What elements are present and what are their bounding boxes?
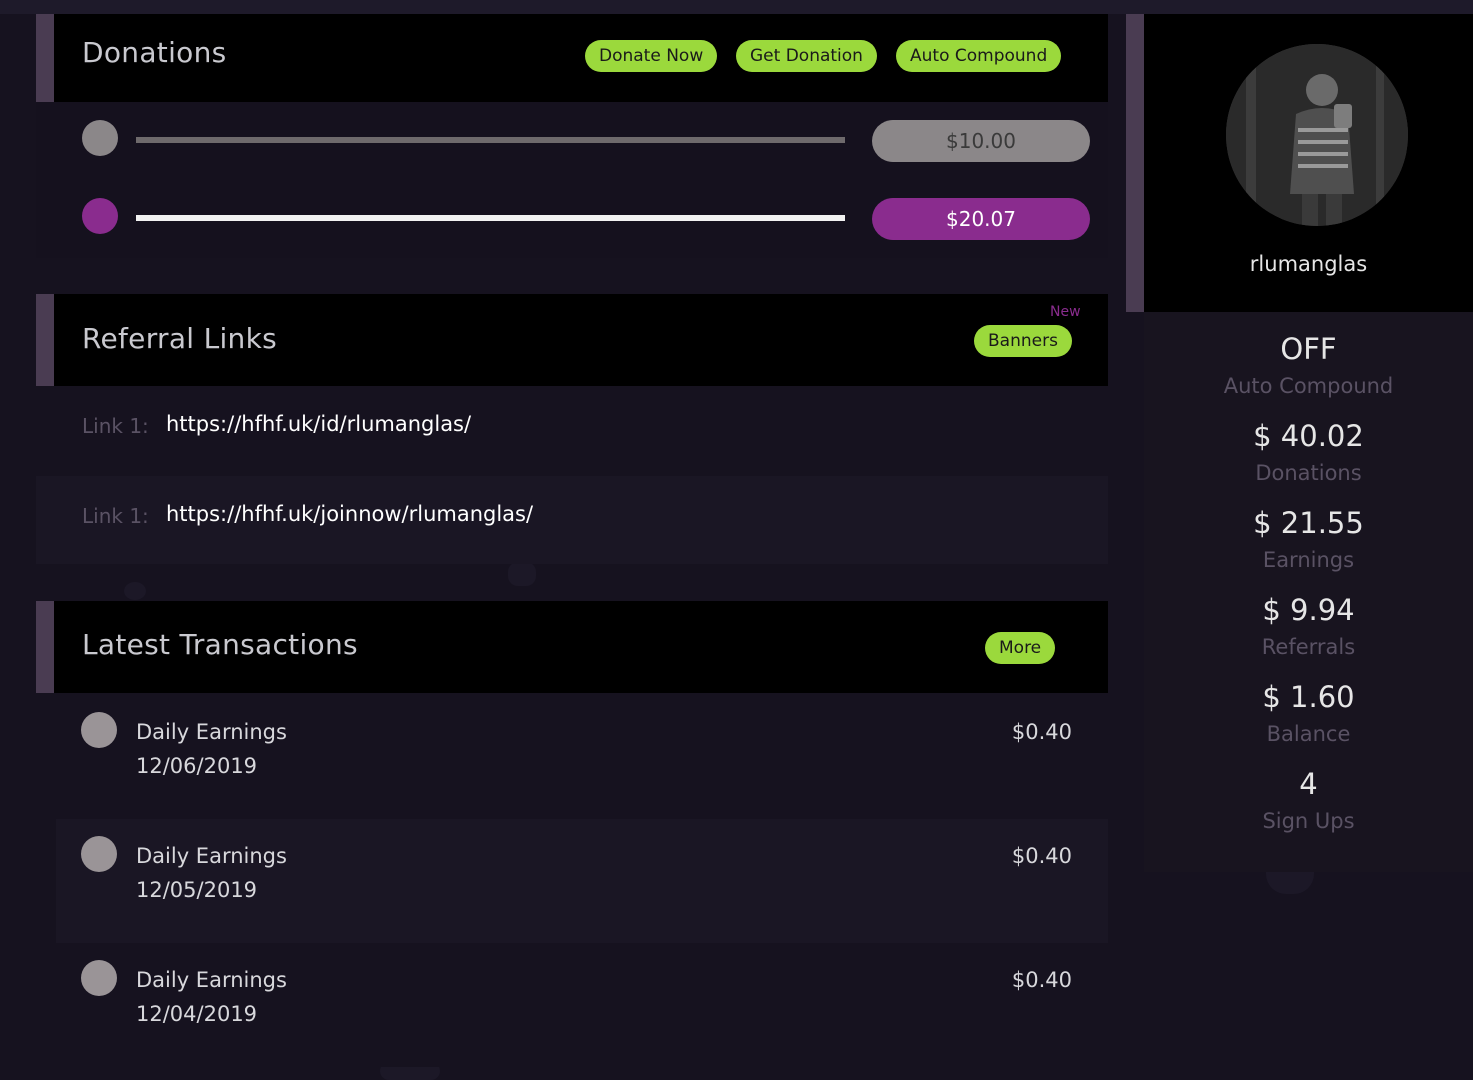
link-label: Link 1: bbox=[82, 414, 149, 438]
referral-link[interactable]: https://hfhf.uk/id/rlumanglas/ bbox=[166, 412, 471, 436]
stat-label: Sign Ups bbox=[1262, 809, 1355, 833]
header-accent-bar bbox=[36, 294, 54, 386]
donation-amount: $20.07 bbox=[872, 198, 1090, 240]
stat-value: $ 1.60 bbox=[1262, 680, 1355, 714]
transaction-amount: $0.40 bbox=[1011, 844, 1072, 868]
referral-header: Referral Links New Banners bbox=[36, 294, 1108, 386]
transaction-date: 12/05/2019 bbox=[136, 878, 258, 902]
donation-track bbox=[136, 215, 845, 221]
donation-amount: $10.00 bbox=[872, 120, 1090, 162]
get-donation-button[interactable]: Get Donation bbox=[736, 40, 877, 72]
transaction-row: Daily Earnings 12/06/2019 $0.40 bbox=[56, 695, 1108, 819]
background-shape bbox=[124, 582, 146, 600]
stat-label: Earnings bbox=[1262, 548, 1355, 572]
referral-title: Referral Links bbox=[82, 322, 278, 355]
transaction-amount: $0.40 bbox=[1011, 720, 1072, 744]
sidebar-accent-bar bbox=[1126, 14, 1144, 312]
transaction-title: Daily Earnings bbox=[136, 844, 287, 868]
transaction-title: Daily Earnings bbox=[136, 968, 287, 992]
new-badge: New bbox=[1050, 304, 1081, 320]
transaction-date: 12/06/2019 bbox=[136, 754, 258, 778]
username: rlumanglas bbox=[1249, 252, 1368, 276]
stat-label: Auto Compound bbox=[1223, 374, 1394, 398]
top-strip bbox=[0, 0, 1473, 14]
stat-value: $ 9.94 bbox=[1262, 593, 1355, 627]
transaction-title: Daily Earnings bbox=[136, 720, 287, 744]
background-shape bbox=[1266, 872, 1314, 894]
transaction-dot bbox=[81, 960, 117, 996]
transaction-row: Daily Earnings 12/04/2019 $0.40 bbox=[56, 943, 1108, 1067]
donations-title: Donations bbox=[82, 36, 227, 69]
stat-value: $ 40.02 bbox=[1253, 419, 1364, 453]
donation-dot bbox=[82, 198, 118, 234]
stat-value: 4 bbox=[1299, 767, 1318, 801]
donations-header: Donations Donate Now Get Donation Auto C… bbox=[36, 14, 1108, 102]
stat-value: OFF bbox=[1280, 332, 1337, 366]
transactions-title: Latest Transactions bbox=[82, 628, 358, 661]
banners-button[interactable]: Banners bbox=[974, 325, 1072, 357]
stats-card: OFF Auto Compound $ 40.02 Donations $ 21… bbox=[1144, 312, 1473, 872]
avatar-photo-icon bbox=[1226, 44, 1408, 226]
transaction-row: Daily Earnings 12/05/2019 $0.40 bbox=[56, 819, 1108, 943]
stat-label: Donations bbox=[1255, 461, 1362, 485]
donation-track bbox=[136, 137, 845, 143]
transaction-dot bbox=[81, 712, 117, 748]
more-button[interactable]: More bbox=[985, 632, 1056, 664]
transaction-amount: $0.40 bbox=[1011, 968, 1072, 992]
donate-now-button[interactable]: Donate Now bbox=[585, 40, 718, 72]
stat-label: Referrals bbox=[1261, 635, 1356, 659]
link-label: Link 1: bbox=[82, 504, 149, 528]
transaction-dot bbox=[81, 836, 117, 872]
avatar[interactable] bbox=[1226, 44, 1408, 226]
donation-row: $20.07 bbox=[36, 180, 1108, 258]
referral-link-row: Link 1: https://hfhf.uk/id/rlumanglas/ bbox=[36, 386, 1108, 474]
donation-dot bbox=[82, 120, 118, 156]
referral-link[interactable]: https://hfhf.uk/joinnow/rlumanglas/ bbox=[166, 502, 533, 526]
transactions-header: Latest Transactions More bbox=[36, 601, 1108, 693]
stat-label: Balance bbox=[1266, 722, 1351, 746]
transaction-date: 12/04/2019 bbox=[136, 1002, 258, 1026]
stat-value: $ 21.55 bbox=[1253, 506, 1364, 540]
header-accent-bar bbox=[36, 14, 54, 102]
referral-link-row: Link 1: https://hfhf.uk/joinnow/rlumangl… bbox=[36, 476, 1108, 564]
header-accent-bar bbox=[36, 601, 54, 693]
background-shape bbox=[508, 562, 536, 586]
profile-card: rlumanglas bbox=[1144, 14, 1473, 312]
auto-compound-button[interactable]: Auto Compound bbox=[896, 40, 1062, 72]
donation-row: $10.00 bbox=[36, 102, 1108, 180]
